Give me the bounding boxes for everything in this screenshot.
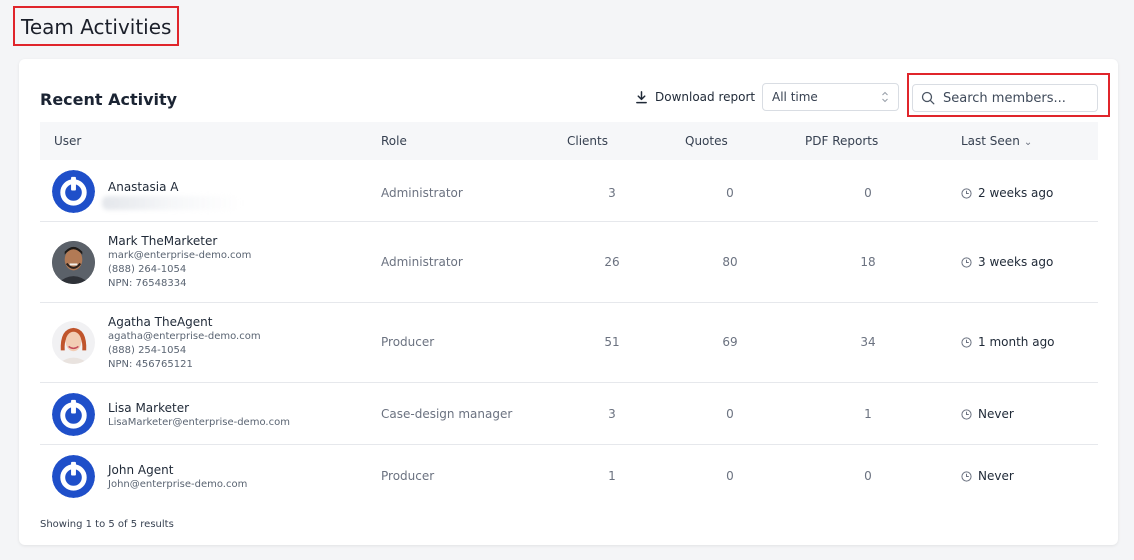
- table-row[interactable]: Lisa Marketer LisaMarketer@enterprise-de…: [40, 383, 1098, 445]
- last-seen-cell: Never: [961, 469, 1014, 483]
- role-cell: Producer: [381, 469, 435, 483]
- last-seen-value: Never: [978, 469, 1014, 483]
- download-report-button[interactable]: Download report: [635, 90, 755, 104]
- recent-activity-card: Recent Activity Download report All time…: [19, 59, 1118, 545]
- user-email: mark@enterprise-demo.com: [108, 250, 252, 261]
- last-seen-value: Never: [978, 407, 1014, 421]
- table-row[interactable]: Mark TheMarketer mark@enterprise-demo.co…: [40, 222, 1098, 303]
- clock-icon: [961, 336, 972, 348]
- clock-icon: [961, 256, 972, 268]
- last-seen-cell: 3 weeks ago: [961, 255, 1053, 269]
- user-email: LisaMarketer@enterprise-demo.com: [108, 417, 290, 428]
- user-name: Mark TheMarketer: [108, 234, 218, 248]
- header-pdf-reports: PDF Reports: [805, 134, 879, 148]
- clients-cell: 3: [608, 186, 616, 200]
- user-name: Anastasia A: [108, 180, 179, 194]
- pagination-summary: Showing 1 to 5 of 5 results: [40, 519, 174, 530]
- user-name: Agatha TheAgent: [108, 315, 213, 329]
- search-input[interactable]: [943, 90, 1093, 106]
- last-seen-cell: Never: [961, 407, 1014, 421]
- pdf-reports-cell: 18: [860, 255, 876, 269]
- header-last-seen-label: Last Seen: [961, 134, 1020, 148]
- last-seen-cell: 1 month ago: [961, 335, 1055, 349]
- header-role: Role: [381, 134, 407, 148]
- last-seen-value: 1 month ago: [978, 335, 1055, 349]
- time-filter-value: All time: [772, 90, 818, 104]
- role-cell: Case-design manager: [381, 407, 513, 421]
- page-title-frame: Team Activities: [13, 6, 179, 46]
- table-row[interactable]: Agatha TheAgent agatha@enterprise-demo.c…: [40, 303, 1098, 383]
- table-row[interactable]: John Agent John@enterprise-demo.com Prod…: [40, 445, 1098, 508]
- select-arrows-icon: [882, 91, 888, 103]
- user-photo-female: [52, 321, 95, 364]
- clock-icon: [961, 187, 972, 199]
- clients-cell: 51: [604, 335, 620, 349]
- pdf-reports-cell: 0: [864, 186, 872, 200]
- logo-icon: [52, 170, 95, 213]
- quotes-cell: 0: [726, 469, 734, 483]
- logo-icon: [52, 455, 95, 498]
- download-report-label: Download report: [655, 90, 756, 104]
- clock-icon: [961, 470, 972, 482]
- pdf-reports-cell: 34: [860, 335, 876, 349]
- pdf-reports-cell: 1: [864, 407, 872, 421]
- pdf-reports-cell: 0: [864, 469, 872, 483]
- clock-icon: [961, 408, 972, 420]
- role-cell: Administrator: [381, 255, 463, 269]
- role-cell: Producer: [381, 335, 435, 349]
- quotes-cell: 0: [726, 407, 734, 421]
- clients-cell: 3: [608, 407, 616, 421]
- header-user: User: [54, 134, 82, 148]
- user-email: agatha@enterprise-demo.com: [108, 331, 261, 342]
- user-name: Lisa Marketer: [108, 401, 190, 415]
- header-quotes: Quotes: [685, 134, 728, 148]
- page-title: Team Activities: [21, 15, 172, 39]
- last-seen-value: 2 weeks ago: [978, 186, 1054, 200]
- user-npn: NPN: 76548334: [108, 278, 187, 289]
- table-header: User Role Clients Quotes PDF Reports Las…: [40, 122, 1098, 160]
- chevron-down-icon: ⌄: [1023, 137, 1033, 148]
- logo-icon: [52, 393, 95, 436]
- table-row[interactable]: Anastasia A Administrator 3 0 0 2 weeks …: [40, 160, 1098, 222]
- user-photo-male: [52, 241, 95, 284]
- redacted-email: [102, 196, 242, 210]
- last-seen-value: 3 weeks ago: [978, 255, 1054, 269]
- last-seen-cell: 2 weeks ago: [961, 186, 1053, 200]
- search-box[interactable]: [912, 84, 1098, 112]
- user-npn: NPN: 456765121: [108, 359, 193, 370]
- quotes-cell: 80: [722, 255, 738, 269]
- time-filter-select[interactable]: All time: [762, 83, 899, 111]
- quotes-cell: 69: [722, 335, 738, 349]
- clients-cell: 1: [608, 469, 616, 483]
- user-phone: (888) 254-1054: [108, 345, 187, 356]
- download-icon: [636, 90, 647, 103]
- card-title: Recent Activity: [40, 90, 178, 109]
- role-cell: Administrator: [381, 186, 463, 200]
- user-name: John Agent: [108, 463, 174, 477]
- search-icon: [921, 91, 935, 105]
- user-phone: (888) 264-1054: [108, 264, 187, 275]
- search-frame: [907, 73, 1110, 117]
- clients-cell: 26: [604, 255, 620, 269]
- quotes-cell: 0: [726, 186, 734, 200]
- header-last-seen[interactable]: Last Seen ⌄: [961, 134, 1032, 148]
- header-clients: Clients: [567, 134, 608, 148]
- user-email: John@enterprise-demo.com: [108, 479, 248, 490]
